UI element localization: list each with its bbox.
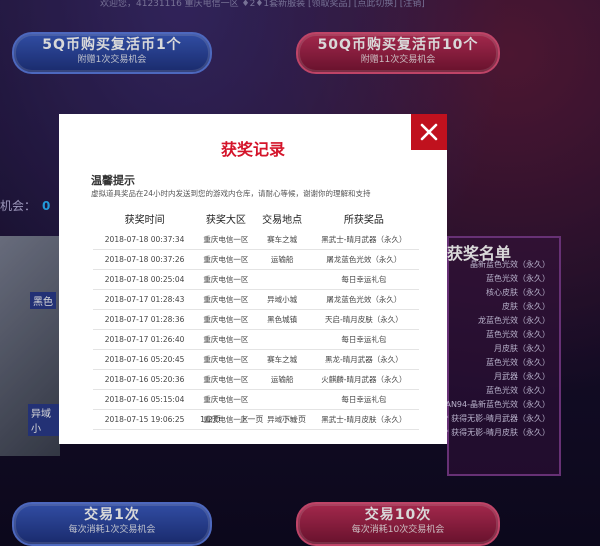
table-row: 2018-07-16 05:20:36 重庆电信一区 运输船 火麒麟-晴月武器（永久） (93, 369, 419, 390)
cell-location: 运输船 (255, 369, 309, 390)
cell-time: 2018-07-17 01:28:43 (93, 289, 197, 310)
table-header-row: 获奖时间 获奖大区 交易地点 所获奖品 (93, 206, 419, 230)
table-row: 2018-07-18 00:37:26 重庆电信一区 运输船 屠龙蓝色光效（永久） (93, 249, 419, 270)
cell-location (255, 269, 309, 290)
cell-prize: 每日幸运礼包 (308, 269, 419, 290)
cell-prize: 每日幸运礼包 (308, 389, 419, 410)
column-header: 交易地点 (262, 214, 303, 226)
cell-time: 2018-07-18 00:37:26 (93, 249, 197, 270)
cell-prize: 火麒麟-晴月武器（永久） (308, 369, 419, 390)
cell-time: 2018-07-16 05:15:04 (93, 389, 197, 410)
close-icon (420, 123, 438, 141)
cell-region: 重庆电信一区 (196, 389, 256, 410)
cell-location: 黑色城镇 (255, 309, 309, 330)
cell-time: 2018-07-17 01:28:36 (93, 309, 197, 330)
modal-title: 获奖记录 (220, 140, 285, 159)
cell-prize: 黑龙-晴月武器（永久） (308, 349, 419, 370)
cell-location (255, 389, 309, 410)
cell-location: 运输船 (255, 249, 309, 270)
column-header: 获奖时间 (124, 214, 165, 226)
cell-prize: 屠龙蓝色光效（永久） (308, 289, 419, 310)
page-indicator: 1/2页 (200, 415, 221, 424)
cell-time: 2018-07-16 05:20:45 (93, 349, 197, 370)
cell-prize: 屠龙蓝色光效（永久） (308, 249, 419, 270)
cell-region: 重庆电信一区 (196, 369, 256, 390)
cell-region: 重庆电信一区 (196, 289, 256, 310)
cell-prize: 天启-晴月皮肤（永久） (308, 309, 419, 330)
cell-prize: 黑武士-晴月武器（永久） (308, 230, 419, 250)
cell-region: 重庆电信一区 (196, 249, 256, 270)
column-header: 获奖大区 (205, 214, 246, 226)
cell-prize: 每日幸运礼包 (308, 329, 419, 350)
cell-location (255, 329, 309, 350)
close-button[interactable] (411, 114, 447, 150)
tips-text: 虚拟道具奖品在24小时内发送到您的游戏内仓库，请耐心等候，谢谢你的理解和支持 (91, 189, 371, 198)
prize-record-table: 获奖时间 获奖大区 交易地点 所获奖品 2018-07-18 00:37:34 重… (93, 206, 419, 430)
table-row: 2018-07-16 05:15:04 重庆电信一区 每日幸运礼包 (93, 389, 419, 410)
prev-page-link[interactable]: 上一页 (239, 415, 263, 424)
tips-title: 温馨提示 (91, 174, 135, 187)
cell-time: 2018-07-18 00:37:34 (93, 230, 197, 250)
table-row: 2018-07-17 01:28:36 重庆电信一区 黑色城镇 天启-晴月皮肤（永久） (93, 309, 419, 330)
column-header: 所获奖品 (343, 214, 384, 226)
pagination: 1/2页 上一页 下一页 (59, 414, 447, 425)
table-row: 2018-07-18 00:37:34 重庆电信一区 赛车之城 黑武士-晴月武器（永久… (93, 230, 419, 250)
cell-time: 2018-07-17 01:26:40 (93, 329, 197, 350)
table-row: 2018-07-16 05:20:45 重庆电信一区 赛车之城 黑龙-晴月武器（永久） (93, 349, 419, 370)
cell-time: 2018-07-16 05:20:36 (93, 369, 197, 390)
cell-region: 重庆电信一区 (196, 269, 256, 290)
cell-time: 2018-07-18 00:25:04 (93, 269, 197, 290)
cell-region: 重庆电信一区 (196, 329, 256, 350)
cell-region: 重庆电信一区 (196, 309, 256, 330)
table-row: 2018-07-17 01:26:40 重庆电信一区 每日幸运礼包 (93, 329, 419, 350)
table-row: 2018-07-18 00:25:04 重庆电信一区 每日幸运礼包 (93, 269, 419, 290)
table-row: 2018-07-17 01:28:43 重庆电信一区 异域小城 屠龙蓝色光效（永久） (93, 289, 419, 310)
next-page-link[interactable]: 下一页 (282, 415, 306, 424)
cell-location: 赛车之城 (255, 349, 309, 370)
cell-region: 重庆电信一区 (196, 349, 256, 370)
cell-location: 异域小城 (255, 289, 309, 310)
cell-region: 重庆电信一区 (196, 230, 256, 250)
prize-record-modal: 获奖记录 温馨提示 虚拟道具奖品在24小时内发送到您的游戏内仓库，请耐心等候，谢… (59, 114, 447, 444)
cell-location: 赛车之城 (255, 230, 309, 250)
